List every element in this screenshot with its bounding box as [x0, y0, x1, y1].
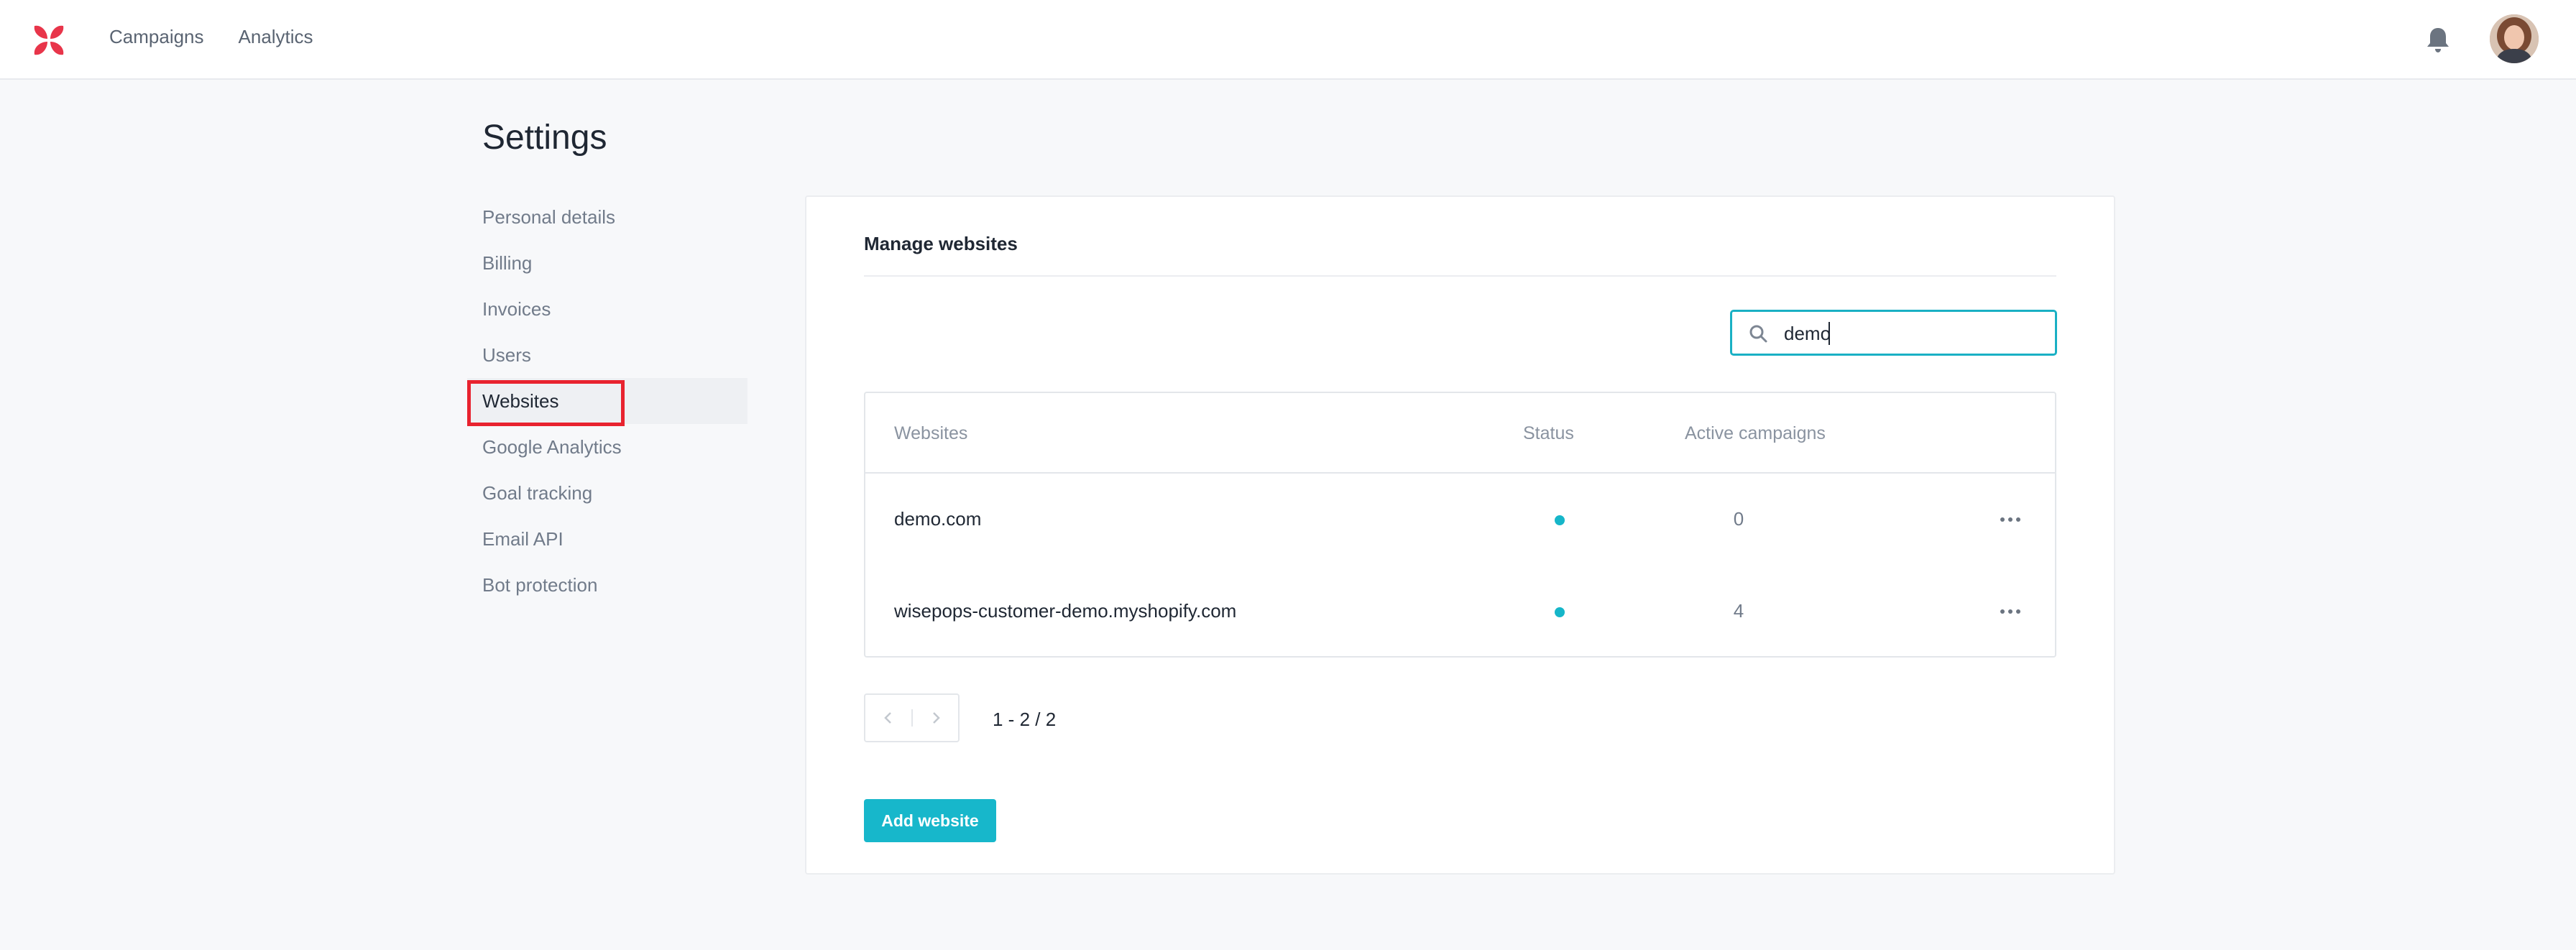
next-page-button[interactable] [913, 695, 959, 741]
status-indicator [1555, 515, 1565, 525]
table-row[interactable]: demo.com 0 [865, 474, 2055, 566]
menu-item-websites[interactable]: Websites [467, 378, 748, 424]
table-header: Websites Status Active campaigns [865, 393, 2055, 474]
websites-table: Websites Status Active campaigns demo.co… [864, 392, 2056, 658]
menu-item-personal-details[interactable]: Personal details [467, 194, 748, 240]
status-indicator [1555, 607, 1565, 617]
top-bar: Campaigns Analytics [0, 0, 2576, 80]
more-options-icon[interactable] [1996, 511, 2025, 528]
menu-item-invoices[interactable]: Invoices [467, 286, 748, 332]
menu-item-goal-tracking[interactable]: Goal tracking [467, 470, 748, 516]
main-nav: Campaigns Analytics [109, 24, 313, 49]
card-title: Manage websites [864, 233, 1018, 254]
chevron-right-icon [933, 712, 940, 724]
user-avatar[interactable] [2490, 14, 2539, 63]
add-website-button[interactable]: Add website [864, 799, 996, 842]
wisepops-logo-icon[interactable] [32, 23, 66, 57]
search-box[interactable] [1730, 310, 2057, 356]
page-title: Settings [482, 119, 607, 157]
more-options-icon[interactable] [1996, 603, 2025, 620]
manage-websites-card: Manage websites Websites Status Active c… [805, 195, 2115, 875]
pagination-info: 1 - 2 / 2 [993, 709, 1057, 730]
menu-item-users[interactable]: Users [467, 332, 748, 378]
nav-analytics[interactable]: Analytics [239, 24, 313, 49]
previous-page-button[interactable] [865, 695, 911, 741]
search-icon [1749, 325, 1767, 343]
table-row[interactable]: wisepops-customer-demo.myshopify.com 4 [865, 566, 2055, 658]
bell-icon[interactable] [2425, 26, 2451, 53]
search-input[interactable] [1784, 319, 2043, 348]
nav-campaigns[interactable]: Campaigns [109, 24, 204, 49]
column-header-active-campaigns: Active campaigns [1685, 423, 1826, 443]
active-campaigns-count: 4 [1733, 600, 1744, 622]
text-caret [1828, 322, 1830, 345]
menu-item-email-api[interactable]: Email API [467, 516, 748, 562]
pagination-controls [864, 693, 960, 742]
avatar-image [2490, 14, 2539, 63]
active-campaigns-count: 0 [1733, 508, 1744, 530]
menu-item-google-analytics[interactable]: Google Analytics [467, 424, 748, 470]
website-name[interactable]: demo.com [894, 507, 981, 531]
menu-item-billing[interactable]: Billing [467, 240, 748, 286]
column-header-status: Status [1523, 423, 1574, 443]
chevron-left-icon [884, 712, 891, 724]
settings-menu: Personal details Billing Invoices Users … [467, 194, 748, 608]
column-header-websites: Websites [894, 423, 968, 443]
menu-item-bot-protection[interactable]: Bot protection [467, 562, 748, 608]
website-name[interactable]: wisepops-customer-demo.myshopify.com [894, 599, 1236, 623]
card-divider [864, 275, 2056, 277]
